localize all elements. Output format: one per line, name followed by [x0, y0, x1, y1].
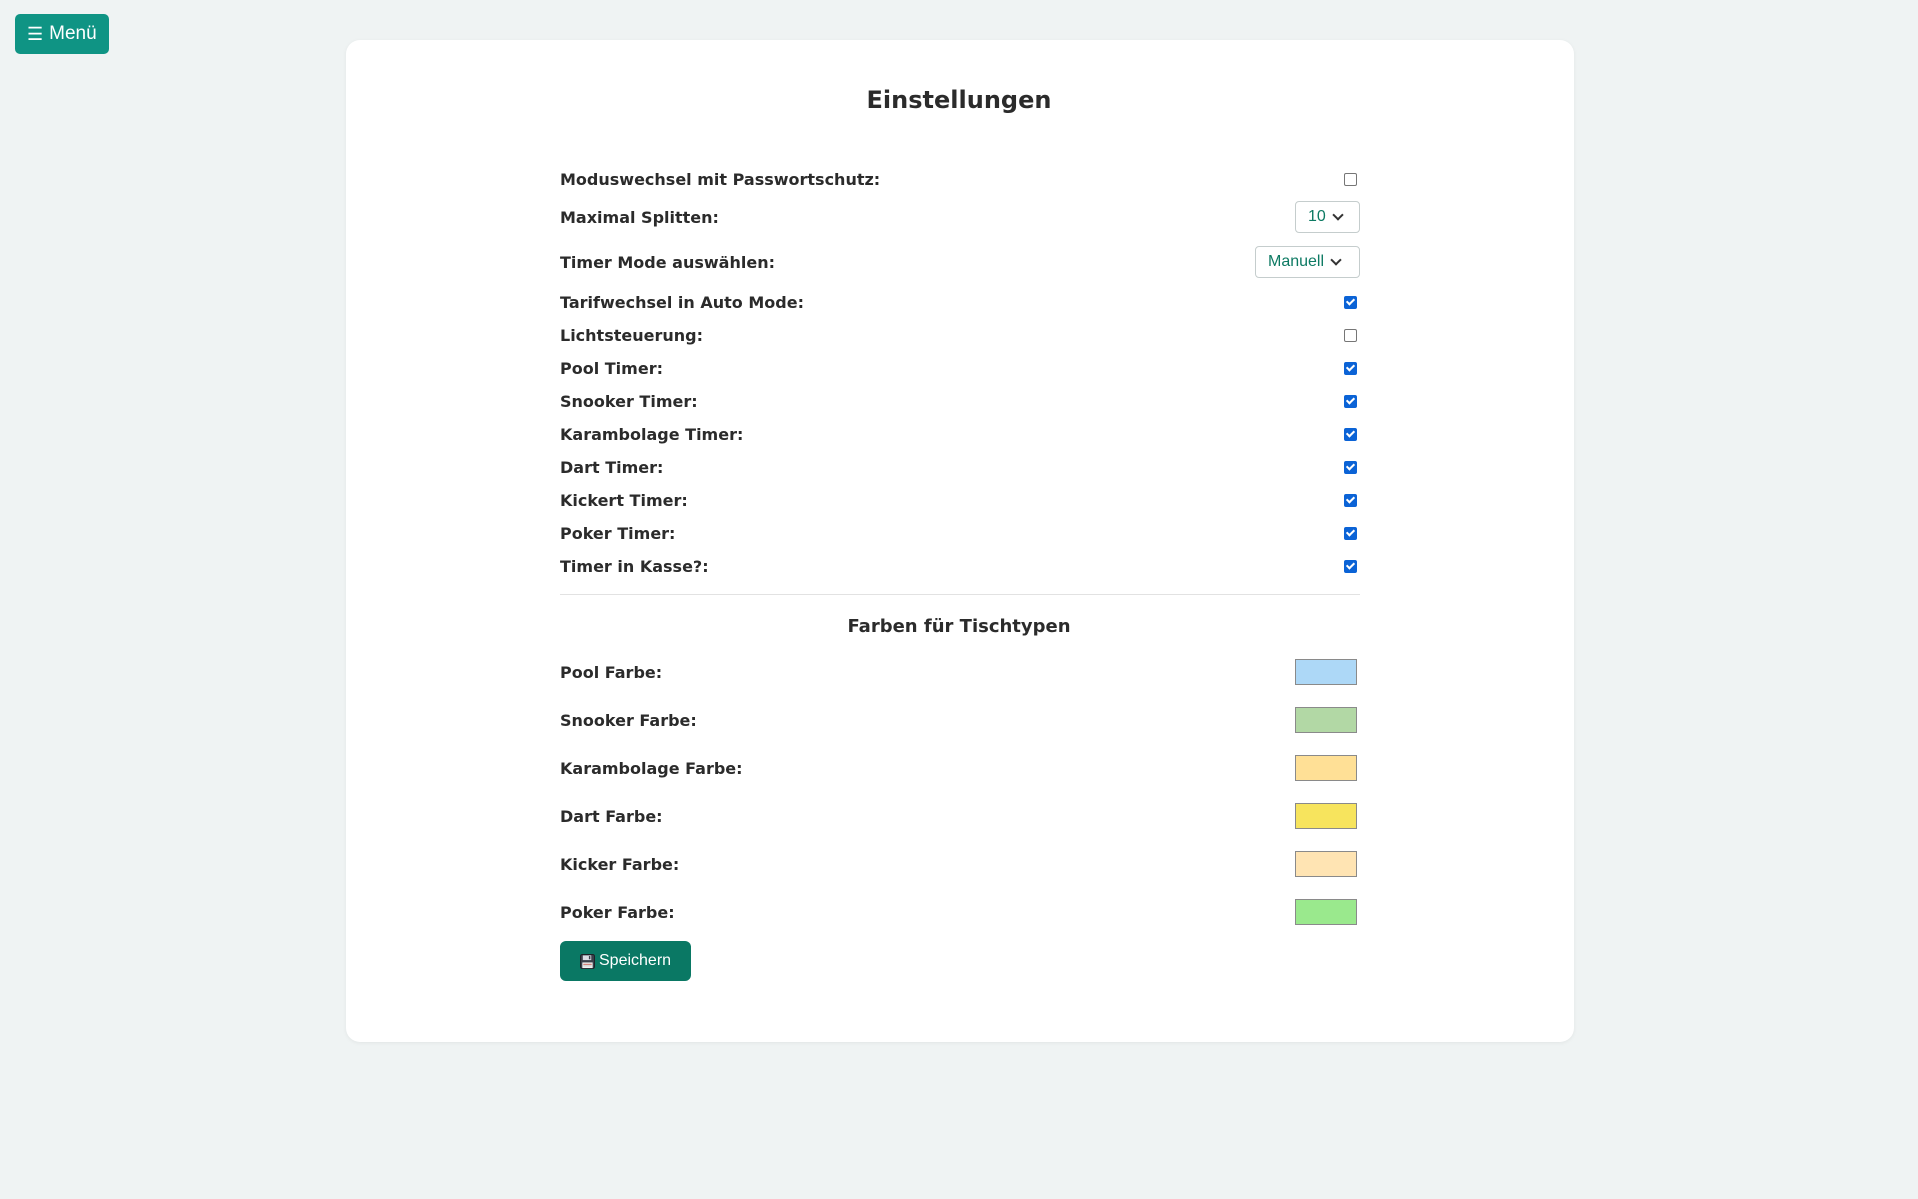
chevron-down-icon — [1332, 209, 1344, 221]
setting-label: Pool Timer: — [560, 358, 663, 378]
setting-row-password-protection: Moduswechsel mit Passwortschutz: — [560, 168, 1360, 190]
color-label: Kicker Farbe: — [560, 854, 680, 874]
setting-label: Poker Timer: — [560, 523, 676, 543]
setting-row-pool-timer: Pool Timer: — [560, 357, 1360, 379]
setting-label: Lichtsteuerung: — [560, 325, 703, 345]
setting-row-poker-timer: Poker Timer: — [560, 522, 1360, 544]
setting-row-light-control: Lichtsteuerung: — [560, 324, 1360, 346]
color-row-dart: Dart Farbe: — [560, 801, 1360, 831]
max-split-select[interactable]: 10 — [1295, 201, 1360, 233]
floppy-disk-icon — [580, 953, 595, 969]
setting-row-karambolage-timer: Karambolage Timer: — [560, 423, 1360, 445]
setting-label: Tarifwechsel in Auto Mode: — [560, 292, 804, 312]
setting-label: Timer Mode auswählen: — [560, 252, 775, 272]
color-row-snooker: Snooker Farbe: — [560, 705, 1360, 735]
save-button-label: Speichern — [599, 952, 672, 969]
color-label: Karambolage Farbe: — [560, 758, 743, 778]
setting-label: Kickert Timer: — [560, 490, 688, 510]
setting-label: Moduswechsel mit Passwortschutz: — [560, 169, 881, 189]
kicker-timer-checkbox[interactable] — [1344, 493, 1357, 507]
color-row-poker: Poker Farbe: — [560, 897, 1360, 927]
chevron-down-icon — [1330, 254, 1342, 266]
pool-color-picker[interactable] — [1295, 659, 1357, 685]
setting-label: Dart Timer: — [560, 457, 664, 477]
poker-timer-checkbox[interactable] — [1344, 526, 1357, 540]
hamburger-icon: ☰ — [27, 23, 44, 44]
setting-row-timer-in-register: Timer in Kasse?: — [560, 555, 1360, 577]
color-label: Poker Farbe: — [560, 902, 675, 922]
karambolage-color-picker[interactable] — [1295, 755, 1357, 781]
color-row-kicker: Kicker Farbe: — [560, 849, 1360, 879]
save-button[interactable]: Speichern — [560, 941, 692, 981]
snooker-color-picker[interactable] — [1295, 707, 1357, 733]
color-row-karambolage: Karambolage Farbe: — [560, 753, 1360, 783]
light-control-checkbox[interactable] — [1344, 328, 1357, 342]
kicker-color-picker[interactable] — [1295, 851, 1357, 877]
timer-mode-select-value: Manuell — [1268, 253, 1325, 270]
menu-button-label: Menü — [49, 23, 97, 44]
setting-row-max-split: Maximal Splitten: 10 — [560, 200, 1360, 234]
setting-row-tariff-change: Tarifwechsel in Auto Mode: — [560, 291, 1360, 313]
max-split-select-value: 10 — [1308, 208, 1326, 225]
color-row-pool: Pool Farbe: — [560, 657, 1360, 687]
setting-label: Maximal Splitten: — [560, 207, 719, 227]
setting-row-snooker-timer: Snooker Timer: — [560, 390, 1360, 412]
password-protection-checkbox[interactable] — [1344, 172, 1357, 186]
setting-row-kicker-timer: Kickert Timer: — [560, 489, 1360, 511]
color-label: Snooker Farbe: — [560, 710, 697, 730]
dart-color-picker[interactable] — [1295, 803, 1357, 829]
colors-section-title: Farben für Tischtypen — [847, 616, 1071, 637]
pool-timer-checkbox[interactable] — [1344, 361, 1357, 375]
setting-row-timer-mode: Timer Mode auswählen: Manuell — [560, 245, 1360, 279]
setting-row-dart-timer: Dart Timer: — [560, 456, 1360, 478]
section-divider — [560, 594, 1360, 595]
tariff-change-checkbox[interactable] — [1344, 295, 1357, 309]
karambolage-timer-checkbox[interactable] — [1344, 427, 1357, 441]
poker-color-picker[interactable] — [1295, 899, 1357, 925]
color-label: Dart Farbe: — [560, 806, 663, 826]
page-title: Einstellungen — [866, 86, 1052, 114]
dart-timer-checkbox[interactable] — [1344, 460, 1357, 474]
menu-button[interactable]: ☰ Menü — [15, 14, 109, 54]
timer-in-register-checkbox[interactable] — [1344, 559, 1357, 573]
setting-label: Timer in Kasse?: — [560, 556, 709, 576]
snooker-timer-checkbox[interactable] — [1344, 394, 1357, 408]
color-label: Pool Farbe: — [560, 662, 663, 682]
setting-label: Snooker Timer: — [560, 391, 698, 411]
setting-label: Karambolage Timer: — [560, 424, 744, 444]
timer-mode-select[interactable]: Manuell — [1255, 246, 1360, 278]
